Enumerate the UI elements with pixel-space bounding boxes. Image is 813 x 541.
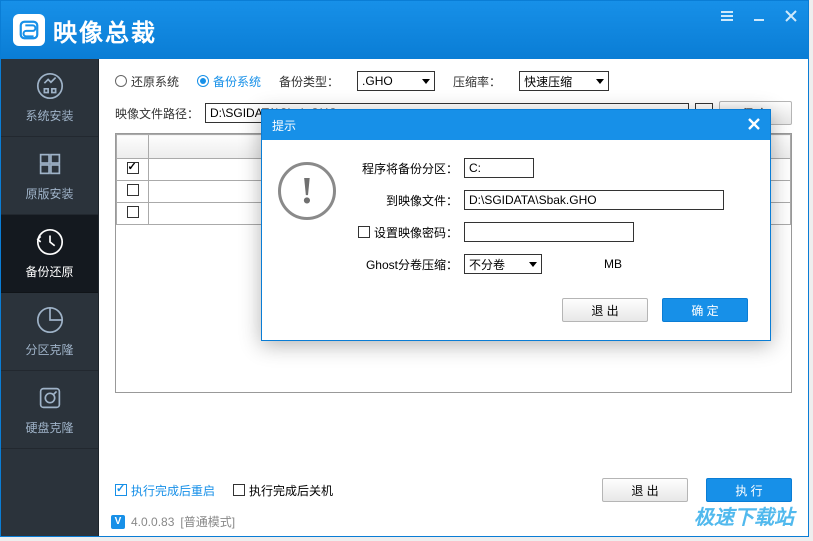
dialog-exit-button[interactable]: 退 出 [562,298,648,322]
row-checkbox[interactable] [127,206,139,218]
watermark: 极速下载站 [694,501,794,530]
sidebar-item-partition-clone[interactable]: 分区克隆 [1,293,98,371]
password-checkbox[interactable] [358,226,370,238]
partition-input[interactable] [464,158,534,178]
sidebar-item-label: 硬盘克隆 [25,419,73,436]
compress-ratio-label: 压缩率： [453,73,501,90]
mode-text: [普通模式] [180,513,235,530]
sidebar: 系统安装 原版安装 备份还原 分区克隆 硬盘克隆 [1,59,99,536]
backup-type-select[interactable]: .GHO [357,71,435,91]
info-icon: ! [278,162,336,220]
volume-label: Ghost分卷压缩： [350,256,458,273]
row-checkbox[interactable] [127,162,139,174]
dialog-close-icon[interactable] [744,114,764,134]
dialog-title-bar[interactable]: 提示 [262,110,770,140]
app-window: 映像总裁 系统安装 原版安装 备份还原 分区克隆 [0,0,809,537]
sidebar-item-original-install[interactable]: 原版安装 [1,137,98,215]
minimize-icon[interactable] [750,7,768,25]
image-file-label: 到映像文件： [350,192,458,209]
dialog-ok-button[interactable]: 确 定 [662,298,748,322]
password-input[interactable] [464,222,634,242]
row-checkbox[interactable] [127,184,139,196]
image-path-label: 映像文件路径： [115,105,199,122]
close-icon[interactable] [782,7,800,25]
execute-button[interactable]: 执 行 [706,478,792,502]
sidebar-item-disk-clone[interactable]: 硬盘克隆 [1,371,98,449]
sidebar-item-label: 备份还原 [25,263,73,280]
reboot-checkbox[interactable]: 执行完成后重启 [115,482,215,499]
sidebar-item-label: 原版安装 [25,185,73,202]
sidebar-item-system-install[interactable]: 系统安装 [1,59,98,137]
status-bar: V 4.0.0.83 [普通模式] [111,513,235,530]
partition-label: 程序将备份分区： [350,160,458,177]
password-label: 设置映像密码： [374,224,458,241]
exit-button[interactable]: 退 出 [602,478,688,502]
sidebar-item-backup-restore[interactable]: 备份还原 [1,215,98,293]
app-title: 映像总裁 [53,13,157,48]
compress-ratio-select[interactable]: 快速压缩 [519,71,609,91]
app-logo-icon [13,14,45,46]
backup-radio[interactable]: 备份系统 [197,73,261,90]
dialog-title: 提示 [272,117,296,134]
backup-type-label: 备份类型： [279,73,339,90]
sidebar-item-label: 系统安装 [25,107,73,124]
version-text: 4.0.0.83 [131,515,174,529]
image-file-input[interactable] [464,190,724,210]
volume-unit: MB [604,257,622,271]
restore-radio[interactable]: 还原系统 [115,73,179,90]
confirm-dialog: 提示 ! 程序将备份分区： 到映像文件： [261,109,771,341]
menu-icon[interactable] [718,7,736,25]
version-badge-icon: V [111,515,125,529]
title-bar[interactable]: 映像总裁 [1,1,808,59]
sidebar-item-label: 分区克隆 [25,341,73,358]
volume-select[interactable]: 不分卷 [464,254,542,274]
main-panel: 还原系统 备份系统 备份类型： .GHO 压缩率： 快速压缩 映像文件路径： 保… [99,59,808,536]
shutdown-checkbox[interactable]: 执行完成后关机 [233,482,333,499]
